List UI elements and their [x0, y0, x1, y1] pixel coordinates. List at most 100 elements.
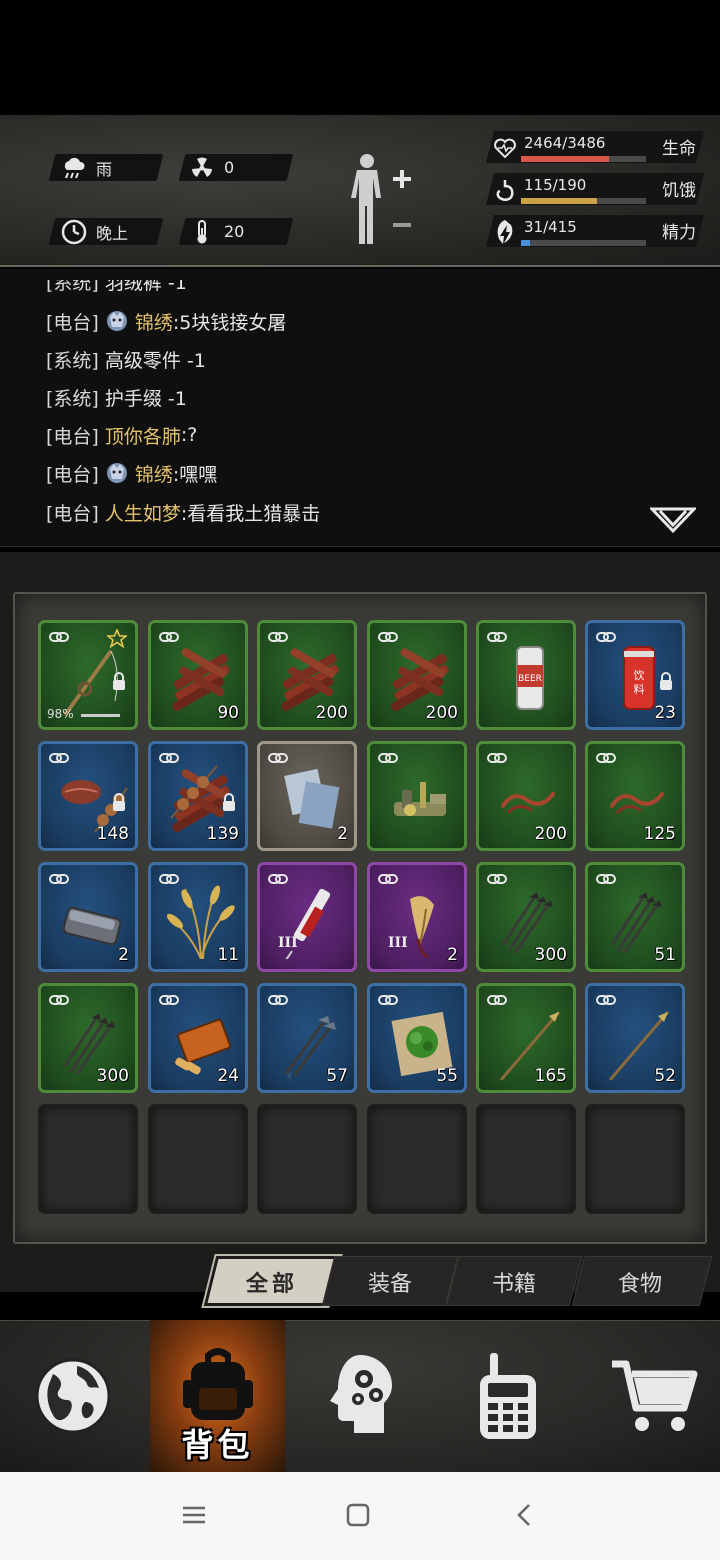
- inventory-slot-syringe[interactable]: III: [257, 862, 357, 972]
- item-count: 125: [643, 824, 676, 844]
- inventory-slot-ammo-box[interactable]: 24: [148, 983, 248, 1093]
- chat-message-text: :5块钱接女屠: [172, 311, 287, 334]
- item-count: 148: [96, 824, 129, 844]
- item-count: 300: [96, 1066, 129, 1086]
- inventory-slot-scrap-pile[interactable]: [367, 741, 467, 851]
- chat-sender-name[interactable]: 锦绣: [135, 460, 173, 487]
- chat-channel-tag: [系统]: [46, 349, 99, 372]
- inventory-slot-worm[interactable]: 200: [476, 741, 576, 851]
- item-count: 23: [654, 703, 676, 723]
- thermometer-icon: [188, 219, 216, 245]
- chat-sender-name[interactable]: 顶你各肺: [105, 422, 181, 449]
- recent-apps-button[interactable]: [176, 1498, 212, 1532]
- inventory-slot-steel-arrows[interactable]: 57: [257, 983, 357, 1093]
- durability-bar: [81, 714, 120, 717]
- chat-sender-name[interactable]: 锦绣: [135, 308, 173, 335]
- chat-channel-tag: [电台]: [46, 463, 99, 486]
- stomach-icon: [492, 177, 518, 203]
- menu-lines-icon: [183, 1506, 205, 1524]
- item-count: 2: [447, 945, 458, 965]
- inventory-slot-empty[interactable]: [476, 1104, 576, 1214]
- chat-message-text: :?: [180, 424, 198, 446]
- inventory-slot-cloth[interactable]: 2: [257, 741, 357, 851]
- body-status-button[interactable]: [345, 150, 425, 250]
- item-count: 52: [654, 1066, 676, 1086]
- lock-icon: [113, 793, 125, 811]
- weather-indicator: 雨: [60, 154, 112, 181]
- inventory-slot-empty[interactable]: [257, 1104, 357, 1214]
- tab-food-label: 食物: [617, 1272, 662, 1297]
- health-fill: [521, 156, 609, 162]
- temperature-indicator: 20: [188, 218, 244, 245]
- item-count: 200: [534, 824, 567, 844]
- home-button[interactable]: [340, 1498, 376, 1532]
- health-bar: 2464/3486 生命: [482, 131, 704, 165]
- inventory-slot-beer-can[interactable]: BEER: [476, 620, 576, 730]
- health-label: 生命: [662, 139, 696, 159]
- nav-map[interactable]: [5, 1320, 140, 1472]
- inventory-slot-wheat[interactable]: 11: [148, 862, 248, 972]
- chat-message-text: 高级零件 -1: [104, 349, 206, 372]
- shop-cart-icon: [611, 1360, 697, 1431]
- item-count: 2: [337, 824, 348, 844]
- inventory-slot-firewood[interactable]: 200: [367, 620, 467, 730]
- inventory-slot-fishing-rod[interactable]: 98%: [38, 620, 138, 730]
- player-avatar-icon[interactable]: [105, 309, 129, 333]
- time-indicator: 晚上: [60, 218, 128, 245]
- radiation-icon: [188, 156, 216, 180]
- inventory-slot-skewer-meat[interactable]: 139: [148, 741, 248, 851]
- inventory-slot-arrows[interactable]: 51: [585, 862, 685, 972]
- inventory-slot-arrows[interactable]: 300: [476, 862, 576, 972]
- inventory-slot-spear[interactable]: 165: [476, 983, 576, 1093]
- weather-text: 雨: [96, 159, 113, 179]
- chat-message: [电台] 锦绣:5块钱接女屠: [46, 306, 286, 336]
- heart-icon: [492, 135, 518, 161]
- chat-message-text: :看看我土猎暴击: [180, 502, 321, 525]
- skills-head-icon: [329, 1355, 392, 1433]
- time-of-day-text: 晚上: [96, 223, 129, 243]
- durability-text: 98%: [47, 707, 74, 721]
- inventory-slot-empty[interactable]: [148, 1104, 248, 1214]
- inventory-slot-firewood[interactable]: 200: [257, 620, 357, 730]
- inventory-slot-whetstone[interactable]: 2: [38, 862, 138, 972]
- chat-message: [系统] 高级零件 -1: [46, 344, 206, 374]
- svg-text:饮: 饮: [634, 669, 645, 682]
- hunger-fill: [521, 198, 597, 204]
- chat-channel-tag: [系统]: [46, 387, 99, 410]
- svg-text:料: 料: [634, 682, 645, 696]
- item-count: 300: [534, 945, 567, 965]
- back-button[interactable]: [506, 1498, 542, 1532]
- item-count: 57: [326, 1066, 348, 1086]
- item-count: 11: [217, 945, 239, 965]
- tab-all-label: 全部: [245, 1272, 298, 1297]
- backpack-icon: [182, 1348, 253, 1420]
- energy-value: 31/415: [524, 218, 577, 236]
- inventory-slot-worm[interactable]: 125: [585, 741, 685, 851]
- chat-sender-name[interactable]: 人生如梦: [105, 499, 181, 526]
- collapse-chat-button[interactable]: [648, 505, 698, 535]
- inventory-slot-steak-skewer[interactable]: 148: [38, 741, 138, 851]
- item-count: 55: [436, 1066, 458, 1086]
- inventory-slot-empty[interactable]: [38, 1104, 138, 1214]
- back-chevron-icon: [517, 1504, 530, 1526]
- inventory-slot-fang[interactable]: III 2: [367, 862, 467, 972]
- chat-message: [电台] 锦绣:嘿嘿: [46, 458, 217, 488]
- player-avatar-icon[interactable]: [105, 461, 129, 485]
- inventory-slot-empty[interactable]: [367, 1104, 467, 1214]
- nav-shop[interactable]: [585, 1320, 720, 1472]
- chat-message: [电台] 顶你各肺:?: [46, 420, 197, 450]
- inventory-slot-arrows[interactable]: 300: [38, 983, 138, 1093]
- chat-channel-tag: [电台]: [46, 311, 99, 334]
- hunger-value: 115/190: [524, 176, 587, 194]
- inventory-slot-empty[interactable]: [585, 1104, 685, 1214]
- radiation-value: 0: [224, 158, 235, 177]
- item-count: 90: [217, 703, 239, 723]
- inventory-slot-drink-can[interactable]: 饮料 23: [585, 620, 685, 730]
- nav-radio[interactable]: [440, 1320, 575, 1472]
- inventory-slot-herb-cloth[interactable]: 55: [367, 983, 467, 1093]
- inventory-slot-spear[interactable]: 52: [585, 983, 685, 1093]
- nav-skills[interactable]: [295, 1320, 430, 1472]
- energy-bolt-icon: [492, 219, 518, 245]
- nav-backpack-label: 背包: [181, 1426, 254, 1464]
- inventory-slot-firewood[interactable]: 90: [148, 620, 248, 730]
